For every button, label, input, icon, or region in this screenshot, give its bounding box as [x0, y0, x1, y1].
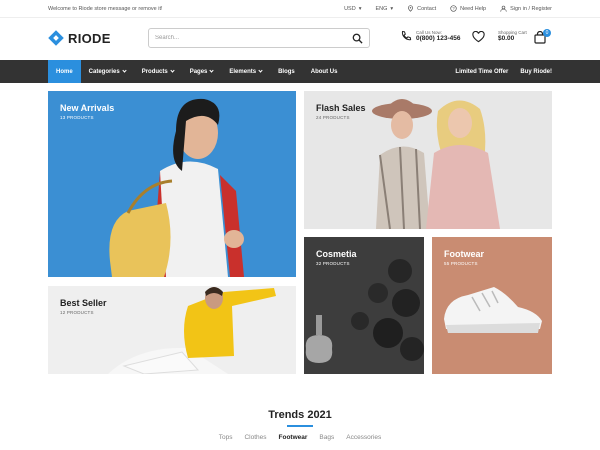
cart-count-badge: 0 [543, 29, 551, 37]
tab-footwear[interactable]: Footwear [279, 434, 308, 441]
trends-underline [287, 425, 313, 427]
svg-text:?: ? [452, 6, 455, 11]
buy-riode-link[interactable]: Buy Riode! [520, 69, 552, 75]
banner-title: Footwear [444, 249, 485, 259]
banner-title: Flash Sales [316, 103, 366, 113]
trends-tabs: Tops Clothes Footwear Bags Accessories [0, 434, 600, 441]
chevron-down-icon: ▾ [358, 5, 362, 12]
heart-icon[interactable] [472, 31, 485, 43]
welcome-message: Welcome to Riode store message or remove… [48, 6, 163, 12]
tab-clothes[interactable]: Clothes [244, 434, 266, 441]
tab-accessories[interactable]: Accessories [346, 434, 381, 441]
language-selector[interactable]: ENG ▾ [375, 6, 393, 12]
banner-flash-sales[interactable]: Flash Sales 24 PRODUCTS [304, 91, 552, 229]
nav-item-blogs[interactable]: Blogs [270, 60, 303, 83]
map-pin-icon [408, 5, 414, 12]
top-bar: Welcome to Riode store message or remove… [0, 0, 600, 18]
tab-bags[interactable]: Bags [319, 434, 334, 441]
tab-tops[interactable]: Tops [219, 434, 233, 441]
main-nav: Home Categories Products Pages Elements … [0, 60, 600, 83]
help-circle-icon: ? [450, 5, 457, 12]
banner-count: 55 PRODUCTS [444, 261, 478, 266]
nav-item-pages[interactable]: Pages [182, 60, 222, 83]
banner-count: 32 PRODUCTS [316, 261, 350, 266]
search-input[interactable] [155, 35, 345, 41]
header: RIODE Call Us Now: 0(800) 123-456 Shoppi… [0, 18, 600, 60]
cart-info[interactable]: Shopping Cart $0.00 [498, 30, 527, 42]
nav-item-about-us[interactable]: About Us [303, 60, 346, 83]
logo-text: RIODE [68, 30, 111, 46]
nav-item-home[interactable]: Home [48, 60, 81, 83]
banner-footwear[interactable]: Footwear 55 PRODUCTS [432, 237, 552, 374]
banner-count: 24 PRODUCTS [316, 115, 350, 120]
chevron-down-icon: ▾ [390, 5, 394, 12]
banner-title: Best Seller [60, 298, 107, 308]
search-box [148, 28, 370, 48]
user-icon [500, 5, 507, 12]
logo[interactable]: RIODE [48, 30, 111, 46]
banner-cosmetia[interactable]: Cosmetia 32 PRODUCTS [304, 237, 424, 374]
chevron-down-icon [122, 68, 127, 73]
banner-best-seller[interactable]: Best Seller 12 PRODUCTS [48, 286, 296, 374]
nav-item-products[interactable]: Products [134, 60, 182, 83]
call-info[interactable]: Call Us Now: 0(800) 123-456 [400, 30, 460, 42]
banner-count: 13 PRODUCTS [60, 115, 94, 120]
logo-mark-icon [48, 30, 64, 46]
limited-offer-link[interactable]: Limited Time Offer [455, 69, 508, 75]
call-number: 0(800) 123-456 [416, 35, 461, 42]
chevron-down-icon [258, 68, 263, 73]
signin-link[interactable]: Sign in / Register [500, 5, 552, 12]
chevron-down-icon [209, 68, 215, 73]
contact-link[interactable]: Contact [407, 5, 436, 12]
cart-total: $0.00 [498, 35, 515, 42]
need-help-link[interactable]: ? Need Help [450, 5, 486, 12]
nav-item-elements[interactable]: Elements [221, 60, 270, 83]
currency-selector[interactable]: USD ▾ [344, 6, 361, 12]
banner-title: New Arrivals [60, 103, 115, 113]
trends-title: Trends 2021 [268, 409, 332, 421]
phone-icon [401, 30, 412, 41]
nav-item-categories[interactable]: Categories [81, 60, 134, 83]
chevron-down-icon [170, 68, 175, 73]
banner-count: 12 PRODUCTS [60, 310, 94, 315]
banner-title: Cosmetia [316, 249, 357, 259]
search-icon[interactable] [352, 33, 363, 44]
banner-new-arrivals[interactable]: New Arrivals 13 PRODUCTS [48, 91, 296, 277]
